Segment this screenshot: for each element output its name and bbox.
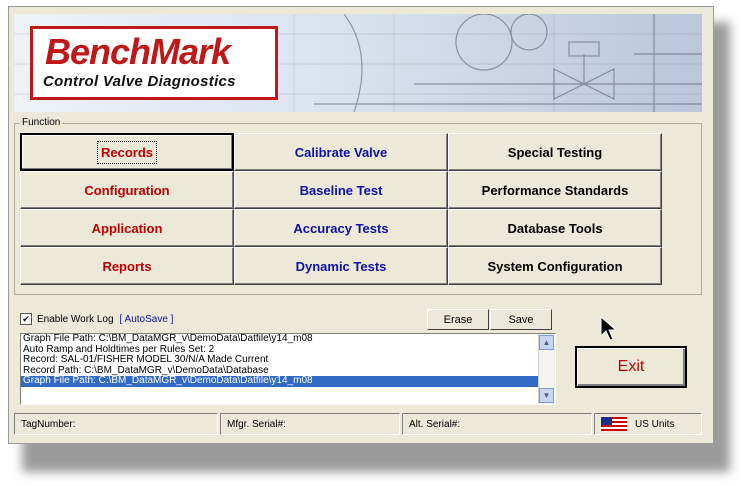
scroll-down-icon[interactable]: ▼ bbox=[539, 388, 554, 403]
dynamic-tests-button[interactable]: Dynamic Tests bbox=[234, 247, 448, 285]
vertical-scrollbar[interactable]: ▲ ▼ bbox=[538, 334, 555, 404]
mfgr-serial-field: Mfgr. Serial#: bbox=[220, 413, 400, 435]
system-configuration-button[interactable]: System Configuration bbox=[448, 247, 662, 285]
list-item[interactable]: Graph File Path: C:\BM_DataMGR_v\DemoDat… bbox=[21, 334, 555, 345]
list-item[interactable]: Record: SAL-01/FISHER MODEL 30/N/A Made … bbox=[21, 354, 555, 366]
database-tools-button[interactable]: Database Tools bbox=[448, 209, 662, 247]
work-log-list[interactable]: Graph File Path: C:\BM_DataMGR_v\DemoDat… bbox=[20, 333, 556, 405]
us-flag-icon bbox=[601, 417, 627, 431]
benchmark-logo: BenchMark Control Valve Diagnostics bbox=[30, 26, 278, 100]
erase-button[interactable]: Erase bbox=[427, 309, 489, 330]
function-legend: Function bbox=[20, 117, 63, 128]
logo-wordmark: BenchMark bbox=[45, 31, 231, 72]
alt-serial-field: Alt. Serial#: bbox=[402, 413, 592, 435]
enable-work-log[interactable]: ✔ Enable Work Log [ AutoSave ] bbox=[20, 313, 173, 325]
accuracy-tests-button[interactable]: Accuracy Tests bbox=[234, 209, 448, 247]
units-label: US Units bbox=[635, 418, 675, 430]
save-button[interactable]: Save bbox=[490, 309, 552, 330]
work-log-label: Enable Work Log bbox=[37, 313, 114, 325]
configuration-button[interactable]: Configuration bbox=[20, 171, 234, 209]
application-button[interactable]: Application bbox=[20, 209, 234, 247]
function-button-grid: Records Calibrate Valve Special Testing … bbox=[20, 133, 662, 285]
autosave-label: [ AutoSave ] bbox=[119, 313, 174, 325]
work-log-checkbox[interactable]: ✔ bbox=[20, 313, 32, 325]
records-button[interactable]: Records bbox=[20, 133, 234, 171]
performance-standards-button[interactable]: Performance Standards bbox=[448, 171, 662, 209]
exit-button[interactable]: Exit bbox=[575, 346, 687, 388]
scroll-up-icon[interactable]: ▲ bbox=[539, 335, 554, 350]
calibrate-valve-button[interactable]: Calibrate Valve bbox=[234, 133, 448, 171]
status-bar: TagNumber: Mfgr. Serial#: Alt. Serial#: … bbox=[14, 413, 702, 435]
reports-button[interactable]: Reports bbox=[20, 247, 234, 285]
baseline-test-button[interactable]: Baseline Test bbox=[234, 171, 448, 209]
logo-subtitle: Control Valve Diagnostics bbox=[43, 73, 236, 90]
list-item-selected[interactable]: Graph File Path: C:\BM_DataMGR_v\DemoDat… bbox=[21, 375, 555, 387]
units-indicator[interactable]: US Units bbox=[594, 413, 702, 435]
tag-number-field: TagNumber: bbox=[14, 413, 218, 435]
special-testing-button[interactable]: Special Testing bbox=[448, 133, 662, 171]
mouse-pointer-icon bbox=[600, 316, 618, 341]
header-banner: BenchMark Control Valve Diagnostics bbox=[14, 14, 702, 112]
